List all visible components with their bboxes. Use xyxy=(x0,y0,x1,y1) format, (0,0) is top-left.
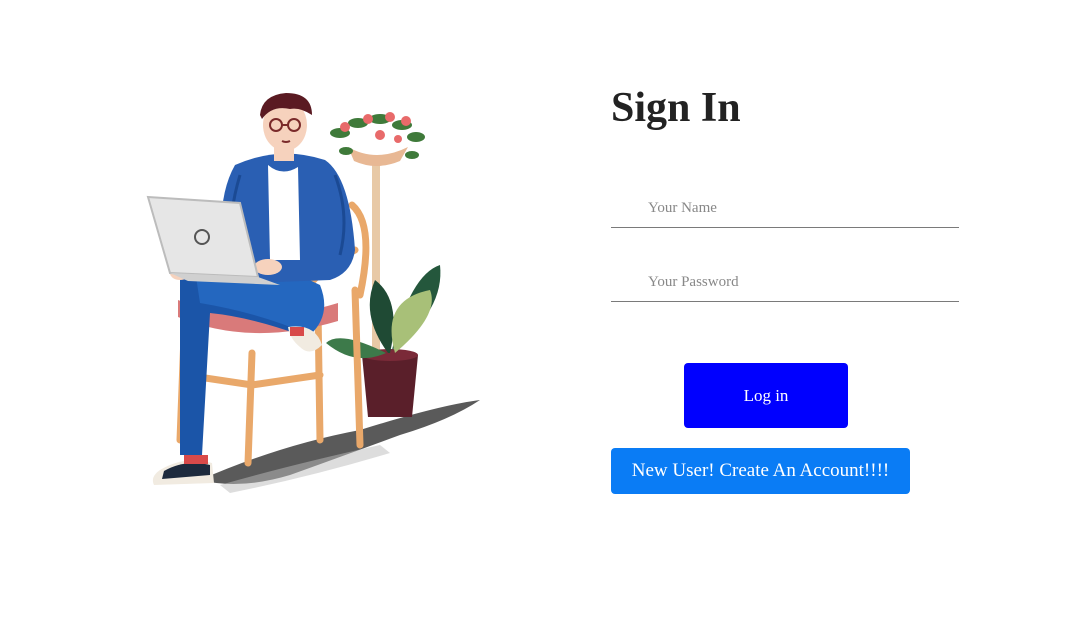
login-button[interactable]: Log in xyxy=(684,363,848,428)
sign-in-form: Sign In Log in New User! Create An Accou… xyxy=(611,80,961,494)
name-field[interactable] xyxy=(611,190,959,228)
create-account-button[interactable]: New User! Create An Account!!!! xyxy=(611,448,910,494)
person-with-laptop-illustration xyxy=(140,85,490,505)
page-title: Sign In xyxy=(611,85,741,131)
password-field[interactable] xyxy=(611,264,959,302)
